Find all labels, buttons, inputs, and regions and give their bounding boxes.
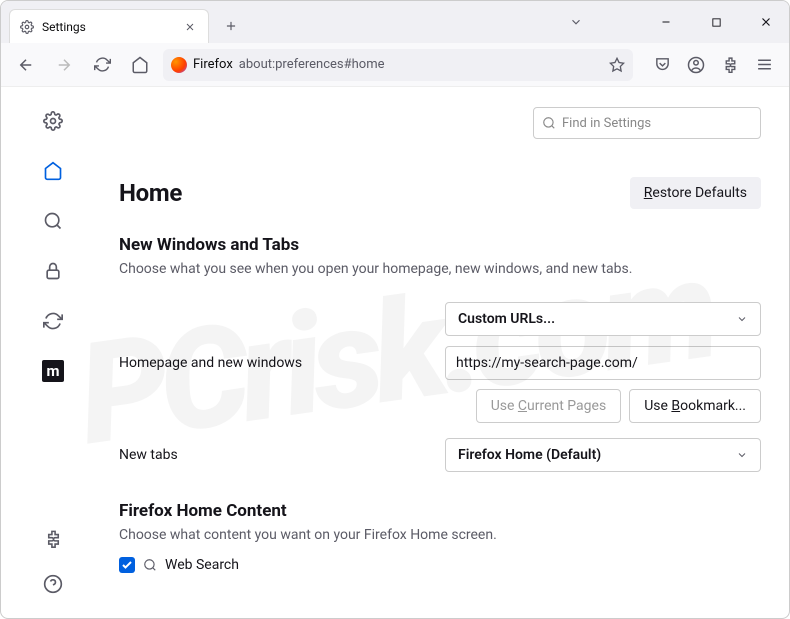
- search-placeholder: Find in Settings: [562, 116, 651, 131]
- tab-settings[interactable]: Settings: [9, 9, 209, 43]
- chevron-down-icon: [736, 449, 748, 461]
- sidebar-item-privacy[interactable]: [37, 255, 69, 287]
- forward-button[interactable]: [49, 50, 79, 80]
- sidebar-item-extensions[interactable]: [37, 522, 69, 554]
- homepage-label: Homepage and new windows: [119, 355, 445, 371]
- use-bookmark-button[interactable]: Use Bookmark...: [629, 389, 761, 423]
- nav-bar: Firefox about:preferences#home: [1, 43, 789, 87]
- close-icon[interactable]: [182, 19, 198, 35]
- section-title-2: Firefox Home Content: [119, 501, 761, 521]
- websearch-checkbox[interactable]: [119, 557, 135, 573]
- url-text: about:preferences#home: [239, 57, 385, 72]
- home-button[interactable]: [125, 50, 155, 80]
- url-bar[interactable]: Firefox about:preferences#home: [163, 49, 633, 81]
- close-window-button[interactable]: [751, 7, 781, 37]
- homepage-mode-select[interactable]: Custom URLs...: [445, 302, 761, 336]
- use-current-pages-button[interactable]: Use Current Pages: [476, 389, 622, 423]
- section-desc: Choose what you see when you open your h…: [119, 261, 761, 277]
- reload-button[interactable]: [87, 50, 117, 80]
- chevron-down-icon: [736, 313, 748, 325]
- account-icon[interactable]: [681, 50, 711, 80]
- gear-icon: [20, 20, 34, 34]
- search-icon: [542, 116, 556, 130]
- section-title: New Windows and Tabs: [119, 235, 761, 255]
- sidebar: m: [1, 87, 105, 618]
- maximize-button[interactable]: [701, 7, 731, 37]
- homepage-url-input[interactable]: [445, 346, 761, 380]
- tab-list-button[interactable]: [561, 7, 591, 37]
- tab-bar: Settings: [1, 1, 789, 43]
- minimize-button[interactable]: [651, 7, 681, 37]
- search-icon: [143, 558, 157, 572]
- sidebar-item-search[interactable]: [37, 205, 69, 237]
- extensions-icon[interactable]: [715, 50, 745, 80]
- section-desc-2: Choose what content you want on your Fir…: [119, 527, 761, 543]
- new-tab-button[interactable]: [217, 12, 245, 40]
- page-title: Home: [119, 179, 182, 207]
- newtabs-label: New tabs: [119, 447, 445, 463]
- menu-icon[interactable]: [749, 50, 779, 80]
- main-content: Find in Settings Home Restore Defaults N…: [105, 87, 789, 618]
- sidebar-item-sync[interactable]: [37, 305, 69, 337]
- newtabs-select[interactable]: Firefox Home (Default): [445, 438, 761, 472]
- sidebar-item-more[interactable]: m: [37, 355, 69, 387]
- url-label: Firefox: [193, 57, 233, 72]
- back-button[interactable]: [11, 50, 41, 80]
- sidebar-item-home[interactable]: [37, 155, 69, 187]
- sidebar-item-general[interactable]: [37, 105, 69, 137]
- search-input[interactable]: Find in Settings: [533, 107, 761, 139]
- bookmark-star-icon[interactable]: [609, 57, 625, 73]
- firefox-icon: [171, 57, 187, 73]
- sidebar-item-help[interactable]: [37, 568, 69, 600]
- websearch-label: Web Search: [165, 557, 239, 573]
- pocket-icon[interactable]: [647, 50, 677, 80]
- restore-defaults-button[interactable]: Restore Defaults: [630, 177, 761, 209]
- tab-title: Settings: [42, 20, 86, 34]
